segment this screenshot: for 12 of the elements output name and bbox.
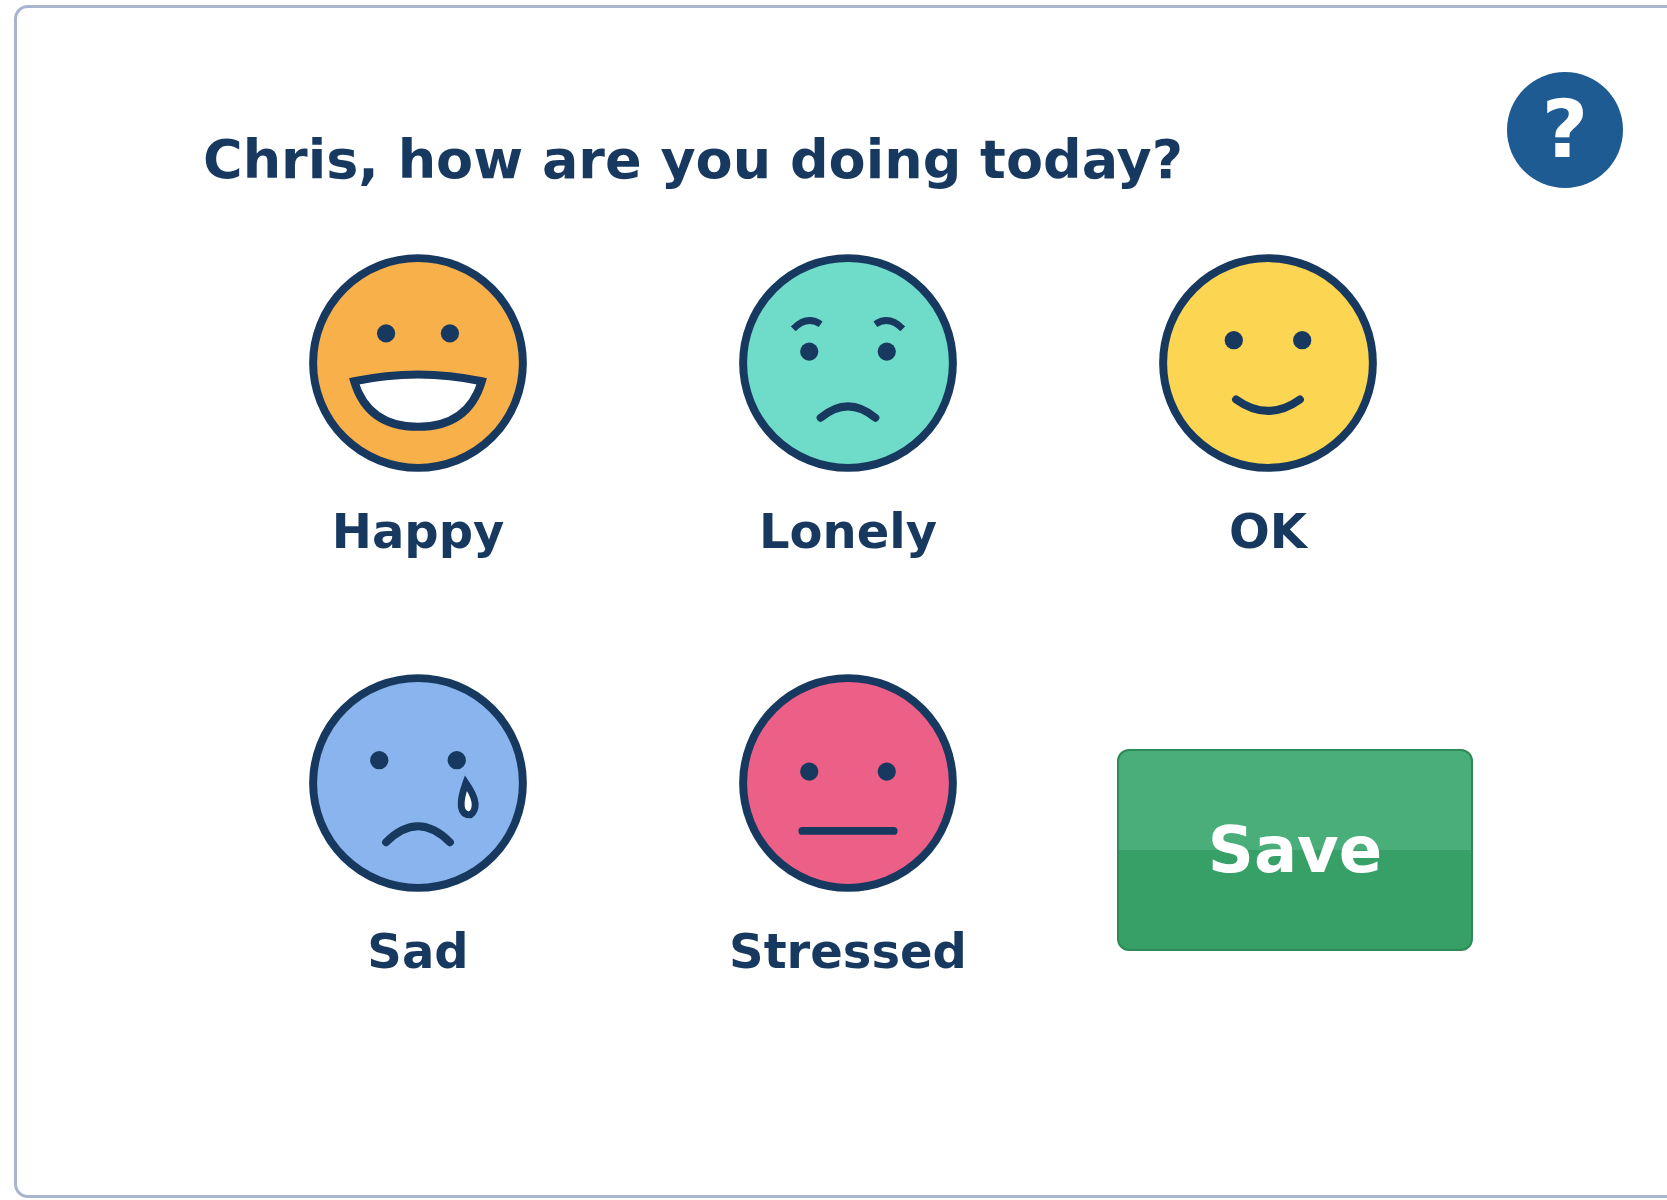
mood-option[interactable]: Lonely — [633, 249, 1063, 669]
mood-label: Lonely — [759, 503, 937, 559]
mood-option[interactable]: Sad — [203, 669, 633, 1089]
mood-label: Stressed — [729, 923, 967, 979]
mood-label: Sad — [367, 923, 469, 979]
mood-option[interactable]: Stressed — [633, 669, 1063, 1089]
mood-option[interactable]: Happy — [203, 249, 633, 669]
mood-option[interactable]: OK — [1063, 249, 1473, 669]
help-button[interactable]: ? — [1507, 71, 1623, 188]
question-title: Chris, how are you doing today? — [203, 128, 1184, 191]
mood-label: OK — [1229, 503, 1307, 559]
mood-label: Happy — [331, 503, 505, 559]
